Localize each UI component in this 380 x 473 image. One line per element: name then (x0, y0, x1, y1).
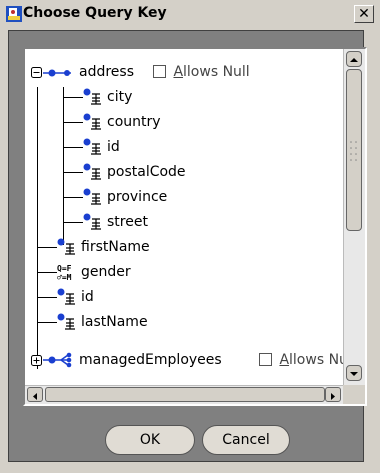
tree-node-managedemployees[interactable]: managedEmployees Allows Nu (25, 349, 343, 371)
app-icon (6, 6, 22, 22)
direct-mapping-icon (83, 188, 101, 205)
direct-mapping-icon (57, 238, 75, 255)
scrollbar-corner (343, 385, 365, 404)
tree-node-label: managedEmployees (79, 352, 222, 368)
choose-query-key-dialog: Choose Query Key ✕ address Allows Null c… (0, 0, 380, 473)
aggregate-mapping-icon (43, 69, 71, 77)
allows-null-option[interactable]: Allows Nu (259, 349, 343, 371)
collection-mapping-icon (43, 352, 72, 368)
close-icon: ✕ (358, 6, 370, 22)
allows-null-checkbox[interactable] (259, 353, 272, 366)
direct-mapping-icon (83, 163, 101, 180)
chevron-up-icon (350, 58, 358, 62)
scroll-left-button[interactable] (27, 387, 43, 402)
tree-node-lastname[interactable]: lastName (25, 311, 321, 333)
title-bar[interactable]: Choose Query Key ✕ (0, 0, 380, 28)
cancel-button[interactable]: Cancel (202, 425, 290, 455)
tree-node-country[interactable]: country (25, 111, 321, 133)
direct-mapping-icon (57, 288, 75, 305)
allows-null-label: Allows Null (173, 64, 250, 80)
dialog-title: Choose Query Key (23, 5, 167, 21)
direct-mapping-icon (83, 113, 101, 130)
tree-node-label: id (107, 139, 120, 155)
close-button[interactable]: ✕ (354, 5, 374, 23)
direct-mapping-icon (57, 313, 75, 330)
horizontal-scrollbar[interactable] (25, 385, 343, 404)
query-key-tree[interactable]: address Allows Null city country id post… (23, 47, 367, 406)
tree-node-firstname[interactable]: firstName (25, 236, 321, 258)
svg-text:♂=M: ♂=M (57, 273, 72, 281)
tree-node-label: province (107, 189, 168, 205)
plus-box-icon[interactable] (31, 355, 42, 366)
allows-null-option[interactable]: Allows Null (153, 61, 250, 83)
chevron-down-icon (350, 372, 358, 376)
tree-node-label: street (107, 214, 148, 230)
scroll-up-button[interactable] (346, 51, 362, 67)
allows-null-label: Allows Nu (279, 352, 343, 368)
object-type-mapping-icon: Q=F ♂=M (57, 264, 72, 281)
tree-node-label: id (81, 289, 94, 305)
grip-icon (350, 141, 357, 161)
tree-node-address[interactable]: address Allows Null (25, 61, 321, 83)
minus-box-icon[interactable] (31, 67, 42, 78)
tree-node-street[interactable]: street (25, 211, 321, 233)
tree-node-label: firstName (81, 239, 150, 255)
tree-node-label: address (79, 64, 135, 80)
tree-node-address-id[interactable]: id (25, 136, 321, 158)
direct-mapping-icon (83, 88, 101, 105)
scroll-right-button[interactable] (325, 387, 341, 402)
chevron-left-icon (33, 393, 37, 400)
svg-text:Q=F: Q=F (57, 264, 72, 273)
tree-node-province[interactable]: province (25, 186, 321, 208)
tree-node-label: country (107, 114, 161, 130)
direct-mapping-icon (83, 213, 101, 230)
chevron-right-icon (331, 393, 335, 400)
vertical-scroll-thumb[interactable] (346, 69, 362, 231)
horizontal-scroll-thumb[interactable] (45, 387, 325, 402)
tree-node-id[interactable]: id (25, 286, 321, 308)
tree-node-city[interactable]: city (25, 86, 321, 108)
vertical-scrollbar[interactable] (343, 49, 365, 385)
scroll-down-button[interactable] (346, 365, 362, 381)
tree-node-label: gender (81, 264, 131, 280)
allows-null-checkbox[interactable] (153, 65, 166, 78)
direct-mapping-icon (83, 138, 101, 155)
tree-node-gender[interactable]: Q=F ♂=M gender (25, 261, 321, 283)
tree-node-label: lastName (81, 314, 148, 330)
tree-node-label: city (107, 89, 133, 105)
ok-button[interactable]: OK (105, 425, 195, 455)
tree-node-label: postalCode (107, 164, 186, 180)
tree-viewport: address Allows Null city country id post… (25, 49, 343, 385)
tree-node-postalcode[interactable]: postalCode (25, 161, 321, 183)
